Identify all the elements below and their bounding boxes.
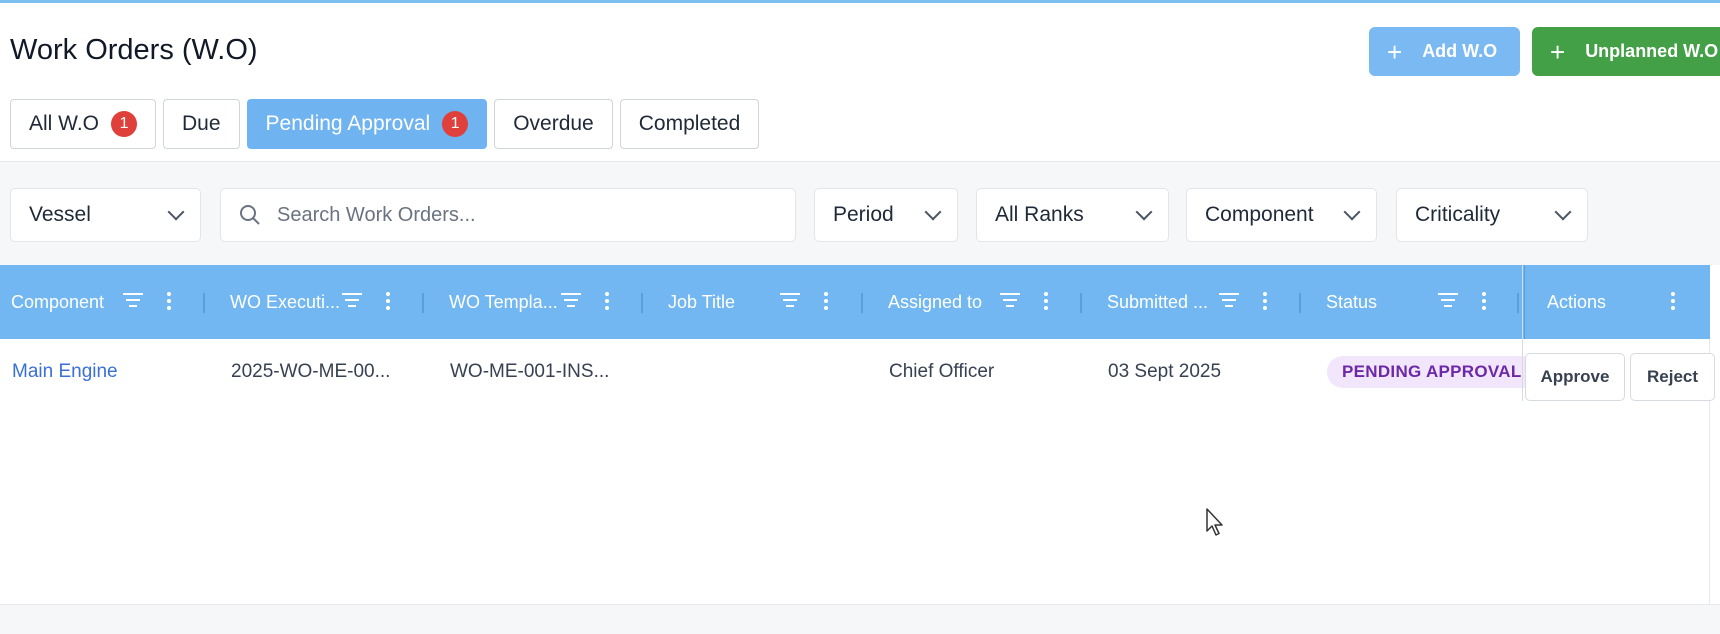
filter-bar: Vessel Period All Ranks Component Critic… <box>0 161 1720 265</box>
tab-pending-approval[interactable]: Pending Approval 1 <box>246 99 488 149</box>
ranks-dropdown[interactable]: All Ranks <box>976 188 1169 242</box>
column-menu-icon[interactable] <box>1482 292 1486 313</box>
period-label: Period <box>833 203 894 226</box>
top-progress-line <box>0 0 1720 3</box>
column-divider[interactable] <box>203 293 205 313</box>
col-header-status[interactable]: Status <box>1315 265 1520 339</box>
add-wo-button[interactable]: + Add W.O <box>1369 27 1520 76</box>
approve-button[interactable]: Approve <box>1525 353 1625 401</box>
chevron-down-icon <box>167 203 185 221</box>
column-label: Component <box>11 291 105 312</box>
add-wo-label: Add W.O <box>1422 41 1498 61</box>
column-menu-icon[interactable] <box>386 292 390 313</box>
count-badge: 1 <box>111 111 138 137</box>
col-header-component[interactable]: Component <box>0 265 205 339</box>
vessel-label: Vessel <box>29 203 91 226</box>
filter-icon[interactable] <box>123 293 143 311</box>
search-box <box>220 188 796 242</box>
count-badge: 1 <box>442 111 469 137</box>
criticality-label: Criticality <box>1415 203 1501 226</box>
filter-icon[interactable] <box>342 293 362 311</box>
ranks-label: All Ranks <box>995 203 1084 226</box>
wo-template-cell: WO-ME-001-INS... <box>450 361 610 382</box>
tab-due[interactable]: Due <box>163 99 240 149</box>
status-tabs: All W.O 1 Due Pending Approval 1 Overdue… <box>10 99 760 149</box>
tab-all-wo[interactable]: All W.O 1 <box>10 99 157 149</box>
plus-icon: + <box>1550 36 1566 67</box>
tab-label: Overdue <box>513 112 594 135</box>
column-menu-icon[interactable] <box>824 292 828 313</box>
actions-pinned-column: Approve Reject <box>1522 265 1715 401</box>
work-orders-table: Component WO Executi... WO Templa... Job… <box>0 265 1715 605</box>
filter-icon[interactable] <box>1219 293 1239 311</box>
column-divider[interactable] <box>861 293 863 313</box>
column-label: WO Executi... <box>230 291 341 312</box>
column-menu-icon[interactable] <box>1044 292 1048 313</box>
column-divider[interactable] <box>422 293 424 313</box>
col-header-job-title[interactable]: Job Title <box>657 265 862 339</box>
page-title: Work Orders (W.O) <box>10 34 258 66</box>
column-label: WO Templa... <box>449 291 558 312</box>
wo-execution-cell: 2025-WO-ME-00... <box>231 361 391 382</box>
period-dropdown[interactable]: Period <box>814 188 958 242</box>
col-header-submitted[interactable]: Submitted ... <box>1096 265 1301 339</box>
assigned-to-cell: Chief Officer <box>889 361 995 382</box>
column-menu-icon[interactable] <box>605 292 609 313</box>
status-badge: PENDING APPROVAL <box>1327 356 1537 388</box>
filter-icon[interactable] <box>561 293 581 311</box>
reject-button[interactable]: Reject <box>1630 353 1715 401</box>
unplanned-wo-button[interactable]: + Unplanned W.O <box>1532 27 1720 76</box>
col-header-wo-template[interactable]: WO Templa... <box>438 265 643 339</box>
col-header-assigned-to[interactable]: Assigned to <box>877 265 1082 339</box>
tab-overdue[interactable]: Overdue <box>494 99 613 149</box>
filter-icon[interactable] <box>1000 293 1020 311</box>
search-icon <box>240 205 260 225</box>
column-menu-icon[interactable] <box>1263 292 1267 313</box>
search-input[interactable] <box>277 203 757 227</box>
column-label: Assigned to <box>888 291 983 312</box>
submitted-cell: 03 Sept 2025 <box>1108 361 1222 382</box>
column-divider[interactable] <box>641 293 643 313</box>
chevron-down-icon <box>1554 203 1572 221</box>
table-header: Component WO Executi... WO Templa... Job… <box>0 265 1710 339</box>
status-cell: PENDING APPROVAL <box>1327 339 1537 405</box>
tab-completed[interactable]: Completed <box>619 99 760 149</box>
column-divider[interactable] <box>1080 293 1082 313</box>
column-divider[interactable] <box>1517 293 1519 313</box>
pagination-footer <box>0 604 1720 634</box>
column-label: Submitted ... <box>1107 291 1209 312</box>
component-dropdown[interactable]: Component <box>1186 188 1377 242</box>
filter-icon[interactable] <box>780 293 800 311</box>
component-link[interactable]: Main Engine <box>12 339 118 405</box>
column-label: Job Title <box>668 291 736 312</box>
chevron-down-icon <box>1135 203 1153 221</box>
mouse-cursor-icon <box>1206 508 1223 536</box>
tab-label: Pending Approval <box>265 112 431 135</box>
column-divider[interactable] <box>1299 293 1301 313</box>
chevron-down-icon <box>1343 203 1361 221</box>
vessel-dropdown[interactable]: Vessel <box>10 188 201 242</box>
criticality-dropdown[interactable]: Criticality <box>1396 188 1588 242</box>
column-label: Status <box>1326 291 1378 312</box>
col-header-wo-execution[interactable]: WO Executi... <box>219 265 424 339</box>
component-filter-label: Component <box>1205 203 1314 226</box>
plus-icon: + <box>1387 36 1403 67</box>
unplanned-wo-label: Unplanned W.O <box>1585 41 1719 61</box>
column-menu-icon[interactable] <box>167 292 171 313</box>
filter-icon[interactable] <box>1438 293 1458 311</box>
tab-label: Completed <box>638 112 741 135</box>
tab-label: Due <box>182 112 221 135</box>
tab-label: All W.O <box>29 112 100 135</box>
table-row[interactable]: Main Engine 2025-WO-ME-00... WO-ME-001-I… <box>0 339 1710 405</box>
chevron-down-icon <box>924 203 942 221</box>
